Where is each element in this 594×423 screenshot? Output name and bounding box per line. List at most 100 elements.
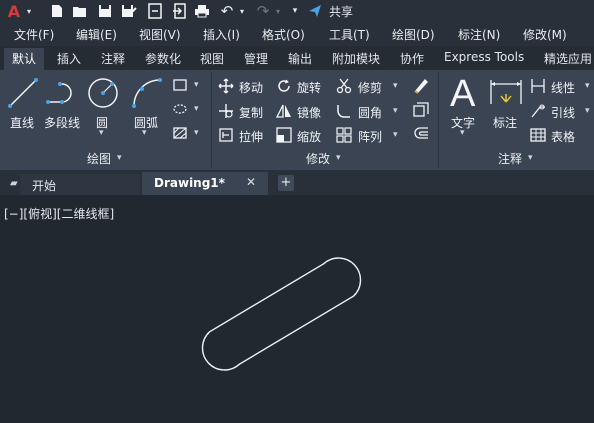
redo-icon[interactable]: ↷ [254,2,272,20]
modify-panel-chevron-icon[interactable]: ▾ [336,153,341,163]
menu-dimension[interactable]: 标注(N) [458,26,500,43]
tab-annotate[interactable]: 注释 [101,50,125,67]
mirror-icon[interactable] [276,103,292,119]
tab-default[interactable]: 默认 [12,50,36,67]
export-icon[interactable] [170,2,188,20]
annotation-panel-title[interactable]: 注释 [498,150,522,167]
new-icon[interactable] [48,2,66,20]
leader-label[interactable]: 引线 [551,104,575,121]
rectangle-chevron-icon[interactable]: ▾ [194,80,199,90]
trim-label[interactable]: 修剪 [358,79,382,96]
tab-manage[interactable]: 管理 [244,50,268,67]
tab-featured-apps[interactable]: 精选应用 [544,50,592,67]
redo-chevron-icon[interactable]: ▾ [274,2,282,20]
panel-divider [438,72,439,168]
menu-insert[interactable]: 插入(I) [203,26,240,43]
scale-label[interactable]: 缩放 [297,128,321,145]
line-icon[interactable] [6,76,40,110]
menu-draw[interactable]: 绘图(D) [392,26,435,43]
doc-tabs-menu-icon[interactable]: ▰ [10,178,18,189]
close-icon[interactable]: ✕ [246,175,256,189]
menu-format[interactable]: 格式(O) [262,26,305,43]
trim-chevron-icon[interactable]: ▾ [393,81,398,91]
line-label[interactable]: 直线 [10,114,34,131]
share-icon[interactable] [306,2,324,20]
save-icon[interactable] [96,2,114,20]
hatch-chevron-icon[interactable]: ▾ [194,128,199,138]
leader-chevron-icon[interactable]: ▾ [585,106,590,116]
menu-view[interactable]: 视图(V) [139,26,181,43]
app-logo[interactable]: A [4,2,24,21]
linear-dim-icon[interactable] [530,78,546,94]
print-icon[interactable] [192,2,212,20]
leader-icon[interactable] [530,103,546,119]
array-icon[interactable] [336,127,352,143]
arc-icon[interactable] [130,76,164,110]
linear-chevron-icon[interactable]: ▾ [585,81,590,91]
table-label[interactable]: 表格 [551,128,575,145]
menu-edit[interactable]: 编辑(E) [76,26,117,43]
polyline-label[interactable]: 多段线 [44,114,80,131]
slot-shape[interactable] [195,250,385,380]
add-tab-button[interactable]: + [278,175,294,191]
hatch-icon[interactable] [172,126,188,140]
undo-chevron-icon[interactable]: ▾ [238,2,246,20]
open-from-web-icon[interactable] [146,2,164,20]
tab-express-tools[interactable]: Express Tools [444,50,524,64]
array-chevron-icon[interactable]: ▾ [393,130,398,140]
tab-collaborate[interactable]: 协作 [400,50,424,67]
move-icon[interactable] [218,78,234,94]
erase-icon[interactable] [412,76,430,94]
table-icon[interactable] [530,127,546,143]
circle-chevron-icon[interactable]: ▾ [99,128,104,138]
share-label[interactable]: 共享 [326,2,356,20]
fillet-chevron-icon[interactable]: ▾ [393,106,398,116]
explode-icon[interactable] [412,101,430,119]
draw-panel-title[interactable]: 绘图 [87,150,111,167]
rotate-label[interactable]: 旋转 [297,79,321,96]
trim-icon[interactable] [336,78,352,94]
stretch-label[interactable]: 拉伸 [239,128,263,145]
draw-panel-chevron-icon[interactable]: ▾ [117,153,122,163]
stretch-icon[interactable] [218,127,234,143]
fillet-icon[interactable] [336,103,352,119]
tab-view[interactable]: 视图 [200,50,224,67]
save-as-icon[interactable] [120,2,138,20]
scale-icon[interactable] [276,127,292,143]
app-menu-chevron-icon[interactable]: ▾ [24,2,34,20]
text-chevron-icon[interactable]: ▾ [460,128,465,138]
move-label[interactable]: 移动 [239,79,263,96]
circle-icon[interactable] [86,76,120,110]
arc-chevron-icon[interactable]: ▾ [142,128,147,138]
ellipse-icon[interactable] [172,102,188,116]
tab-drawing1[interactable]: Drawing1* ✕ [142,172,268,195]
tab-start[interactable]: 开始 [20,174,140,195]
annotation-panel-chevron-icon[interactable]: ▾ [528,153,533,163]
dimension-icon[interactable] [488,76,524,110]
menu-modify[interactable]: 修改(M) [523,26,567,43]
modify-panel-title[interactable]: 修改 [306,150,330,167]
offset-icon[interactable] [412,125,430,143]
ellipse-chevron-icon[interactable]: ▾ [194,104,199,114]
menu-tools[interactable]: 工具(T) [329,26,370,43]
undo-icon[interactable]: ↶ [218,2,236,20]
array-label[interactable]: 阵列 [358,128,382,145]
polyline-icon[interactable] [46,78,82,108]
tab-parametric[interactable]: 参数化 [145,50,181,67]
viewport-controls[interactable]: [−][俯视][二维线框] [4,205,114,222]
fillet-label[interactable]: 圆角 [358,104,382,121]
tab-insert[interactable]: 插入 [57,50,81,67]
mirror-label[interactable]: 镜像 [297,104,321,121]
menu-file[interactable]: 文件(F) [14,26,54,43]
tab-output[interactable]: 输出 [288,50,312,67]
rectangle-icon[interactable] [172,78,188,92]
rotate-icon[interactable] [276,78,292,94]
copy-label[interactable]: 复制 [239,104,263,121]
tab-addins[interactable]: 附加模块 [332,50,380,67]
text-icon[interactable]: A [448,74,482,110]
copy-icon[interactable] [218,103,234,119]
customize-icon[interactable]: ▾ [290,2,300,20]
linear-label[interactable]: 线性 [551,79,575,96]
dimension-label[interactable]: 标注 [493,114,517,131]
open-icon[interactable] [70,2,90,20]
